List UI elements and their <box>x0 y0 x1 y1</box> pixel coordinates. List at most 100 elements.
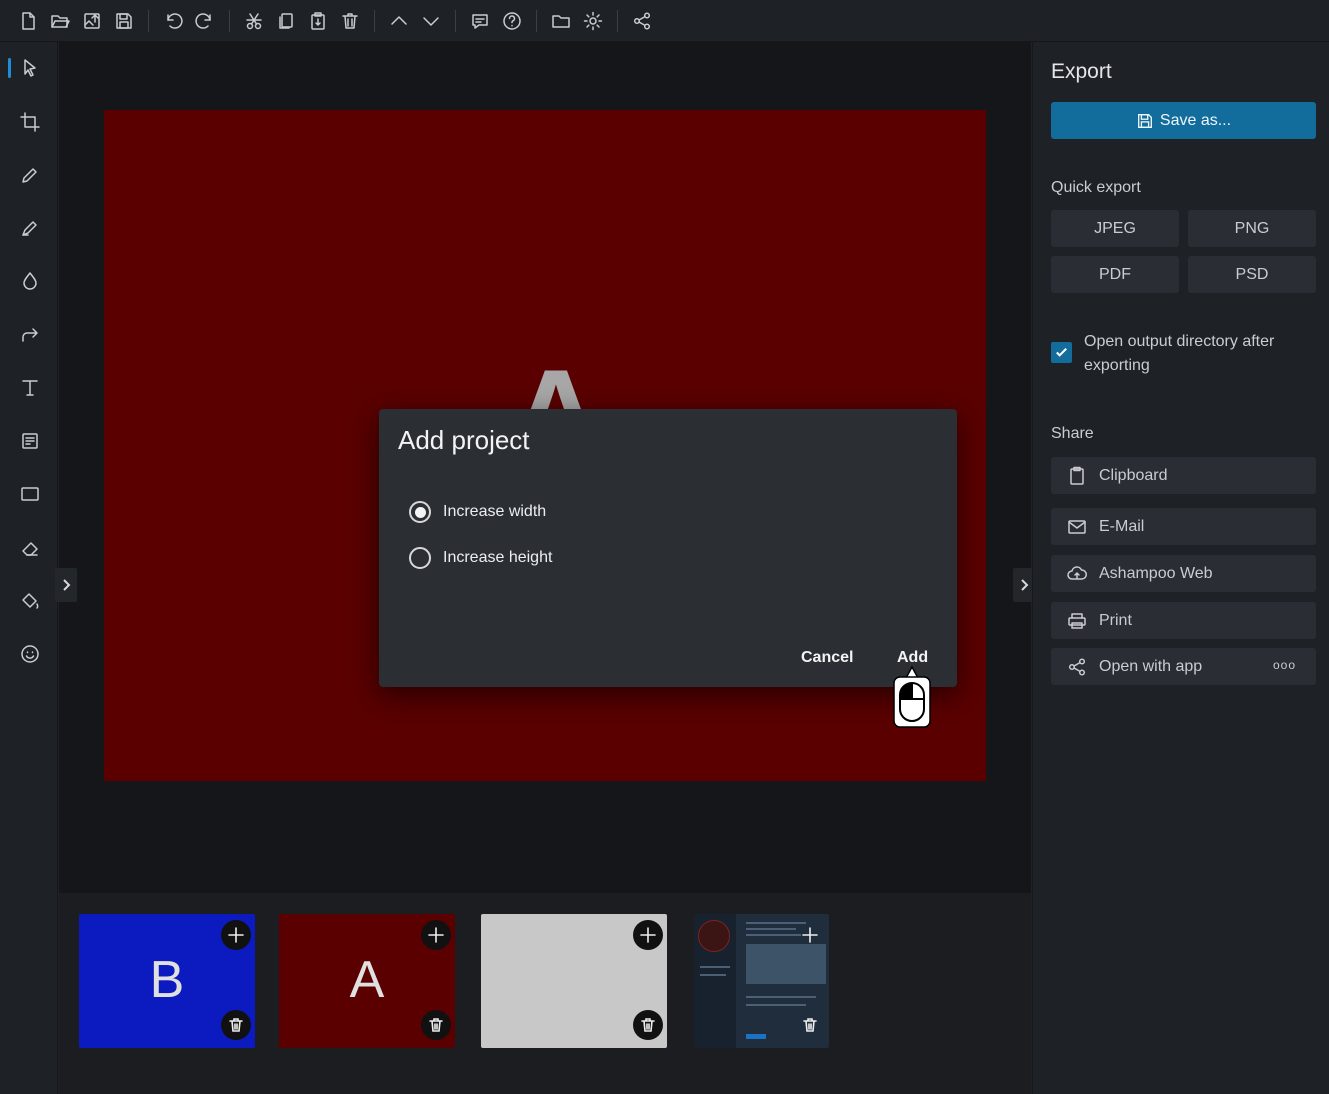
marker-tool-icon[interactable] <box>14 212 46 244</box>
folder-icon[interactable] <box>545 5 577 37</box>
dialog-title: Add project <box>398 425 530 455</box>
note-tool-icon[interactable] <box>14 425 46 457</box>
save-icon <box>1137 113 1152 128</box>
save-as-button[interactable]: Save as... <box>1051 102 1316 139</box>
mail-icon <box>1068 519 1086 534</box>
delete-icon[interactable] <box>334 5 366 37</box>
arrow-tool-icon[interactable] <box>14 319 46 351</box>
app-window: A Add project Increase width Increase he… <box>0 0 1329 1094</box>
export-png-button[interactable]: PNG <box>1188 210 1316 247</box>
share-label-text: Print <box>1099 611 1132 629</box>
add-button[interactable]: Add <box>897 649 928 667</box>
plus-icon <box>802 927 818 943</box>
clipboard-icon <box>1070 466 1084 485</box>
radio-button[interactable] <box>409 501 431 523</box>
project-thumbnail-blank[interactable] <box>481 914 667 1048</box>
option-label: Increase width <box>443 503 547 520</box>
mouse-click-icon <box>893 666 931 728</box>
open-folder-icon[interactable] <box>44 5 76 37</box>
checkmark-icon <box>1056 348 1067 357</box>
increase-width-option[interactable]: Increase width <box>409 501 546 523</box>
fill-tool-icon[interactable] <box>14 585 46 617</box>
increase-height-option[interactable]: Increase height <box>409 547 552 569</box>
eraser-tool-icon[interactable] <box>14 532 46 564</box>
emoji-tool-icon[interactable] <box>14 638 46 670</box>
thumbnail-text-line <box>746 934 801 936</box>
strip-scrollbar[interactable] <box>75 1067 1015 1075</box>
project-strip: B A <box>59 893 1031 1094</box>
rectangle-tool-icon[interactable] <box>14 478 46 510</box>
plus-icon <box>428 927 444 943</box>
feedback-icon[interactable] <box>464 5 496 37</box>
undo-icon[interactable] <box>157 5 189 37</box>
project-thumbnail-a[interactable]: A <box>279 914 455 1048</box>
select-tool-icon[interactable] <box>8 52 46 84</box>
share-clipboard-button[interactable]: Clipboard <box>1051 457 1316 494</box>
add-project-button[interactable] <box>221 920 251 950</box>
add-project-button[interactable] <box>421 920 451 950</box>
text-tool-icon[interactable] <box>14 372 46 404</box>
toolbar-divider <box>536 9 537 32</box>
save-icon[interactable] <box>108 5 140 37</box>
delete-project-button[interactable] <box>221 1010 251 1040</box>
thumbnail-text-line <box>746 928 796 930</box>
share-email-button[interactable]: E-Mail <box>1051 508 1316 545</box>
thumbnail-logo <box>698 920 730 952</box>
chevron-down-icon[interactable] <box>415 5 447 37</box>
chevron-right-icon <box>1021 579 1029 591</box>
share-label-text: Clipboard <box>1099 466 1168 484</box>
open-dir-checkbox[interactable] <box>1051 342 1072 363</box>
settings-icon[interactable] <box>577 5 609 37</box>
help-icon[interactable] <box>496 5 528 37</box>
share-print-button[interactable]: Print <box>1051 602 1316 639</box>
plus-icon <box>640 927 656 943</box>
toolbar-divider <box>374 9 375 32</box>
delete-project-button[interactable] <box>421 1010 451 1040</box>
chevron-up-icon[interactable] <box>383 5 415 37</box>
cut-icon[interactable] <box>238 5 270 37</box>
new-file-icon[interactable] <box>12 5 44 37</box>
export-pdf-button[interactable]: PDF <box>1051 256 1179 293</box>
share-open-with-app-button[interactable]: Open with app ooo <box>1051 648 1316 685</box>
add-project-button[interactable] <box>633 920 663 950</box>
plus-icon <box>228 927 244 943</box>
copy-icon[interactable] <box>270 5 302 37</box>
toolbar-divider <box>148 9 149 32</box>
thumbnail-text-line <box>746 922 806 924</box>
pencil-tool-icon[interactable] <box>14 159 46 191</box>
redo-icon[interactable] <box>189 5 221 37</box>
thumbnail-text-line <box>746 996 816 998</box>
blur-tool-icon[interactable] <box>14 265 46 297</box>
export-psd-button[interactable]: PSD <box>1188 256 1316 293</box>
printer-icon <box>1068 612 1086 629</box>
paste-icon[interactable] <box>302 5 334 37</box>
crop-tool-icon[interactable] <box>14 106 46 138</box>
main-toolbar <box>0 0 1329 42</box>
trash-icon <box>229 1018 243 1032</box>
project-thumbnail-webpage[interactable] <box>694 914 829 1048</box>
cancel-button[interactable]: Cancel <box>801 649 853 667</box>
share-label-text: E-Mail <box>1099 517 1145 535</box>
add-project-button[interactable] <box>795 920 825 950</box>
option-label: Increase height <box>443 549 553 566</box>
share-label: Share <box>1051 425 1094 442</box>
delete-project-button[interactable] <box>633 1010 663 1040</box>
thumbnail-text-line <box>746 1004 806 1006</box>
import-image-icon[interactable] <box>76 5 108 37</box>
thumbnail-letter: B <box>149 951 185 1009</box>
radio-button[interactable] <box>409 547 431 569</box>
toolbar-divider <box>229 9 230 32</box>
thumbnail-text-line <box>700 966 730 968</box>
export-jpeg-button[interactable]: JPEG <box>1051 210 1179 247</box>
chevron-right-icon <box>63 579 71 591</box>
share-icon[interactable] <box>626 5 658 37</box>
thumbnail-letter: A <box>349 951 385 1009</box>
cloud-upload-icon <box>1067 565 1087 580</box>
more-options-icon[interactable]: ooo <box>1273 658 1296 672</box>
expand-left-panel-button[interactable] <box>55 568 77 602</box>
share-ashampoo-web-button[interactable]: Ashampoo Web <box>1051 555 1316 592</box>
trash-icon <box>803 1018 817 1032</box>
project-thumbnail-b[interactable]: B <box>79 914 255 1048</box>
delete-project-button[interactable] <box>795 1010 825 1040</box>
panel-title: Export <box>1051 60 1112 83</box>
